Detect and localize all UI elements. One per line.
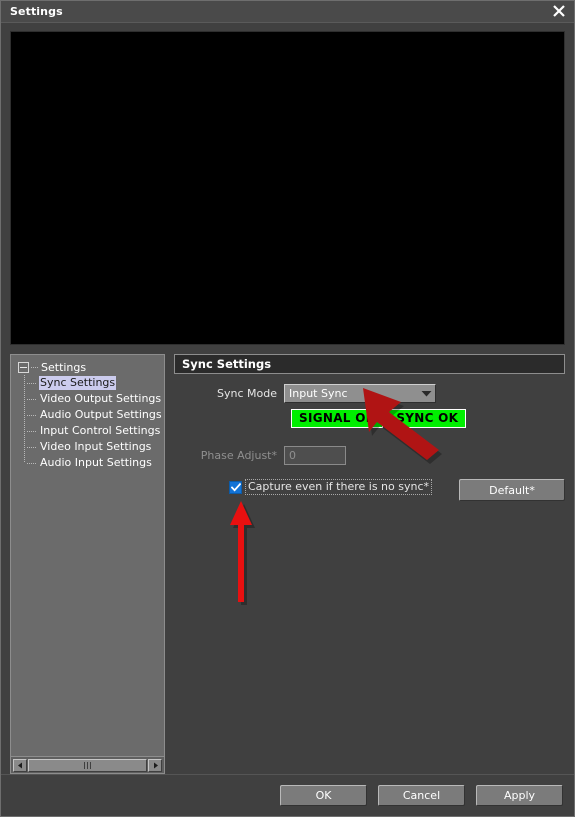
arrow-right-icon[interactable] bbox=[148, 758, 162, 772]
video-preview-container bbox=[1, 23, 574, 345]
chevron-down-icon[interactable] bbox=[418, 390, 435, 397]
tree-item-audio-input-settings[interactable]: Audio Input Settings bbox=[27, 455, 164, 471]
tree-item-video-output-settings[interactable]: Video Output Settings bbox=[27, 391, 164, 407]
collapse-expander-icon[interactable] bbox=[18, 361, 29, 373]
sync-settings-form: Sync Mode Input Sync SIGNAL OK SYNC OK P… bbox=[174, 374, 565, 501]
sync-mode-value: Input Sync bbox=[289, 387, 348, 400]
status-badge-signal: SIGNAL OK bbox=[291, 409, 384, 428]
settings-tree-panel: Settings Sync Settings Video Output Sett… bbox=[10, 354, 165, 774]
tree-item-label: Input Control Settings bbox=[40, 424, 161, 437]
content-area: Settings Sync Settings Video Output Sett… bbox=[1, 345, 574, 774]
capture-no-sync-checkbox[interactable] bbox=[229, 480, 242, 494]
cancel-button[interactable]: Cancel bbox=[378, 785, 465, 806]
video-preview bbox=[10, 31, 565, 345]
sync-mode-label: Sync Mode bbox=[217, 387, 277, 400]
tree-item-audio-output-settings[interactable]: Audio Output Settings bbox=[27, 407, 164, 423]
title-bar: Settings bbox=[1, 1, 574, 23]
group-box-header: Sync Settings bbox=[174, 354, 565, 374]
apply-button[interactable]: Apply bbox=[476, 785, 563, 806]
close-icon[interactable] bbox=[548, 2, 570, 20]
tree-connector-tick bbox=[27, 382, 37, 384]
group-box-title: Sync Settings bbox=[182, 357, 272, 371]
capture-no-sync-label[interactable]: Capture even if there is no sync* bbox=[245, 479, 433, 495]
dialog-footer: OK Cancel Apply bbox=[1, 774, 574, 816]
sync-mode-row: Sync Mode Input Sync bbox=[174, 384, 565, 403]
tree-item-input-control-settings[interactable]: Input Control Settings bbox=[27, 423, 164, 439]
tree-item-label: Sync Settings bbox=[39, 376, 117, 390]
tree-connector-tick bbox=[27, 430, 37, 432]
tree-item-label: Video Output Settings bbox=[40, 392, 162, 405]
tree-connector-tick bbox=[27, 414, 37, 416]
phase-adjust-row: Phase Adjust* 0 bbox=[174, 446, 565, 465]
tree-children: Sync Settings Video Output Settings Audi… bbox=[11, 375, 164, 471]
tree-connector-tick bbox=[27, 462, 37, 464]
tree-horizontal-scrollbar[interactable] bbox=[11, 756, 164, 773]
phase-adjust-input[interactable]: 0 bbox=[284, 446, 346, 465]
settings-tree: Settings Sync Settings Video Output Sett… bbox=[11, 355, 164, 756]
scrollbar-track[interactable] bbox=[28, 758, 147, 772]
sync-mode-dropdown[interactable]: Input Sync bbox=[284, 384, 436, 403]
phase-adjust-label: Phase Adjust* bbox=[200, 449, 277, 462]
tree-item-sync-settings[interactable]: Sync Settings bbox=[27, 375, 164, 391]
arrow-left-icon[interactable] bbox=[13, 758, 27, 772]
grip-icon bbox=[84, 761, 91, 769]
tree-item-label: Video Input Settings bbox=[40, 440, 152, 453]
tree-item-label: Audio Input Settings bbox=[40, 456, 152, 469]
sync-settings-panel: Sync Settings Sync Mode Input Sync SIGNA… bbox=[174, 354, 565, 774]
window-title: Settings bbox=[10, 5, 63, 18]
tree-item-label: Audio Output Settings bbox=[40, 408, 162, 421]
tree-connector-tick bbox=[27, 446, 37, 448]
scrollbar-thumb[interactable] bbox=[28, 758, 147, 772]
tree-item-video-input-settings[interactable]: Video Input Settings bbox=[27, 439, 164, 455]
tree-connector-tick bbox=[27, 398, 37, 400]
status-badge-sync: SYNC OK bbox=[388, 409, 467, 428]
ok-button[interactable]: OK bbox=[280, 785, 367, 806]
tree-root-node[interactable]: Settings bbox=[11, 359, 164, 375]
status-indicator-row: SIGNAL OK SYNC OK bbox=[291, 409, 565, 428]
settings-window: Settings Settings Sync Settings Video Ou… bbox=[0, 0, 575, 817]
tree-connector-line bbox=[31, 366, 39, 368]
default-button[interactable]: Default* bbox=[459, 479, 565, 501]
tree-root-label: Settings bbox=[41, 360, 87, 374]
